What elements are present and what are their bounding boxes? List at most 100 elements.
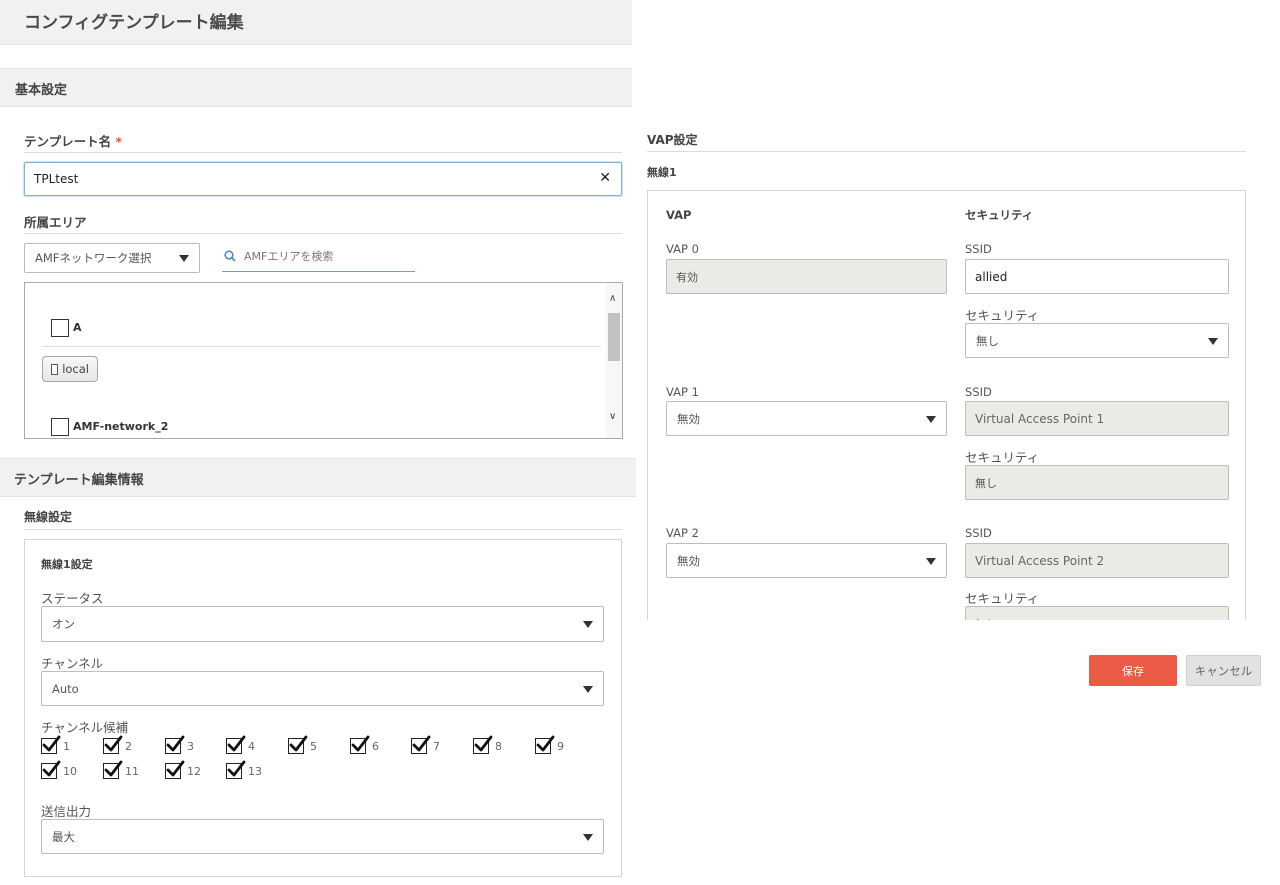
security-select-value: 無し <box>976 333 999 348</box>
channel-candidate[interactable]: 1 <box>41 735 70 754</box>
channel-candidate[interactable]: 12 <box>165 760 201 779</box>
edit-info-title: テンプレート編集情報 <box>14 473 144 488</box>
vap-state-field: 有効 <box>666 259 947 294</box>
security-label: セキュリティ <box>965 308 1040 323</box>
channel-candidate[interactable]: 10 <box>41 760 77 779</box>
check-icon <box>227 735 246 752</box>
ssid-value: allied <box>975 269 1008 284</box>
scroll-thumb[interactable] <box>608 313 620 361</box>
chevron-down-icon[interactable]: ∨ <box>609 411 616 422</box>
vap-name: VAP 0 <box>666 242 699 256</box>
channel-candidate[interactable]: 6 <box>350 735 379 754</box>
channel-candidate[interactable]: 2 <box>103 735 132 754</box>
channel-checkbox[interactable] <box>165 735 185 754</box>
ssid-label: SSID <box>965 526 992 540</box>
area-checkbox[interactable] <box>51 363 59 375</box>
check-icon <box>42 760 61 777</box>
channel-number: 8 <box>495 739 502 753</box>
divider <box>24 152 622 153</box>
area-item-label: AMF-network_2 <box>73 420 169 433</box>
template-name-input[interactable]: TPLtest ✕ <box>24 162 622 196</box>
chevron-down-icon <box>583 621 593 628</box>
channel-checkbox[interactable] <box>350 735 370 754</box>
vap-state-select[interactable]: 無効 <box>666 401 947 436</box>
network-select-value: AMFネットワーク選択 <box>35 251 152 265</box>
check-icon <box>412 735 431 752</box>
required-mark: * <box>115 134 123 149</box>
area-search-input[interactable] <box>244 250 409 263</box>
channel-candidate[interactable]: 3 <box>165 735 194 754</box>
channel-candidate[interactable]: 8 <box>473 735 502 754</box>
chevron-up-icon[interactable]: ∧ <box>609 293 616 304</box>
network-select[interactable]: AMFネットワーク選択 <box>24 243 200 273</box>
scrollbar[interactable]: ∧ ∨ <box>606 283 622 438</box>
ssid-input: Virtual Access Point 1 <box>965 401 1229 436</box>
channel-checkbox[interactable] <box>226 735 246 754</box>
vap-column-header: VAP <box>666 208 692 222</box>
security-field: 無し <box>965 465 1229 500</box>
channel-candidate[interactable]: 5 <box>288 735 317 754</box>
status-select[interactable]: オン <box>41 606 604 642</box>
channel-candidates-label: チャンネル候補 <box>41 720 129 735</box>
channel-candidate[interactable]: 7 <box>411 735 440 754</box>
vap-settings-title: VAP設定 <box>647 133 698 147</box>
security-value: 無し <box>975 476 997 490</box>
area-item-label: local <box>62 362 89 376</box>
area-checkbox[interactable] <box>51 319 69 337</box>
channel-checkbox[interactable] <box>165 760 185 779</box>
vap-name: VAP 1 <box>666 385 699 399</box>
vap-state-select[interactable]: 無効 <box>666 543 947 578</box>
channel-checkbox[interactable] <box>473 735 493 754</box>
channel-number: 9 <box>557 739 564 753</box>
area-checkbox[interactable] <box>51 418 69 436</box>
area-item-local[interactable]: local <box>42 356 98 382</box>
cancel-button[interactable]: キャンセル <box>1186 655 1261 686</box>
channel-checkbox[interactable] <box>226 760 246 779</box>
channel-checkbox[interactable] <box>41 760 61 779</box>
area-search[interactable] <box>222 244 415 272</box>
channel-checkbox[interactable] <box>103 760 123 779</box>
check-icon <box>166 735 185 752</box>
check-icon <box>42 735 61 752</box>
channel-number: 7 <box>433 739 440 753</box>
channel-candidate[interactable]: 11 <box>103 760 139 779</box>
clear-icon[interactable]: ✕ <box>599 170 611 186</box>
chevron-down-icon <box>583 833 593 841</box>
check-icon <box>166 760 185 777</box>
divider <box>24 529 622 530</box>
area-label: 所属エリア <box>24 215 87 230</box>
channel-number: 1 <box>63 739 70 753</box>
wireless-label: 無線設定 <box>24 510 73 524</box>
save-button[interactable]: 保存 <box>1089 655 1177 686</box>
channel-checkbox[interactable] <box>411 735 431 754</box>
divider <box>42 346 601 347</box>
channel-select[interactable]: Auto <box>41 671 604 706</box>
channel-candidate[interactable]: 9 <box>535 735 564 754</box>
check-icon <box>104 760 123 777</box>
vap-state-value: 無効 <box>677 411 700 426</box>
channel-candidate[interactable]: 13 <box>226 760 262 779</box>
channel-checkbox[interactable] <box>288 735 308 754</box>
channel-checkbox[interactable] <box>103 735 123 754</box>
check-icon <box>351 735 370 752</box>
area-list[interactable]: A local AMF-network_2 ∧ ∨ <box>24 282 623 439</box>
channel-select-value: Auto <box>52 681 79 696</box>
security-select[interactable]: 無し <box>965 323 1229 358</box>
channel-candidate[interactable]: 4 <box>226 735 255 754</box>
channel-number: 12 <box>187 764 201 778</box>
channel-number: 10 <box>63 764 77 778</box>
check-icon <box>536 735 555 752</box>
basic-settings-header <box>0 68 632 107</box>
page-title: コンフィグテンプレート編集 <box>24 13 244 33</box>
channel-checkbox[interactable] <box>535 735 555 754</box>
chevron-down-icon <box>1208 337 1218 345</box>
chevron-down-icon <box>926 415 936 423</box>
ssid-input: Virtual Access Point 2 <box>965 543 1229 578</box>
template-name-value: TPLtest <box>34 172 79 186</box>
tx-power-select[interactable]: 最大 <box>41 819 604 854</box>
divider <box>647 151 1246 152</box>
channel-number: 2 <box>125 739 132 753</box>
channel-checkbox[interactable] <box>41 735 61 754</box>
ssid-input[interactable]: allied <box>965 259 1229 294</box>
template-name-label-text: テンプレート名 <box>24 134 112 149</box>
